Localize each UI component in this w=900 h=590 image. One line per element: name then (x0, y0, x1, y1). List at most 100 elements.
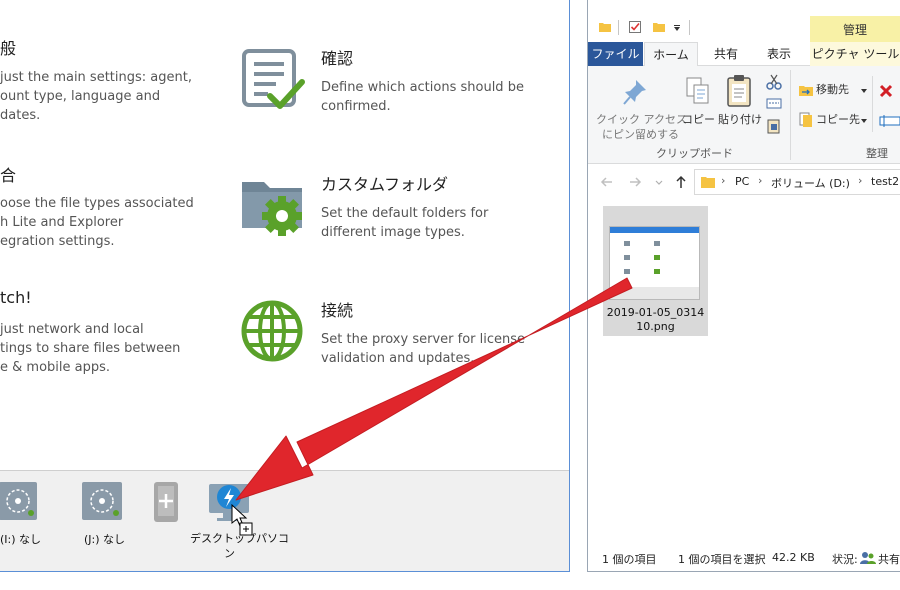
explorer-window: 管理 ファイル ホーム 共有 表示 ピクチャ ツール クイック アクセス にピン… (587, 0, 900, 572)
category-desc-line: different image types. (321, 225, 465, 240)
copy-to-icon (799, 112, 812, 127)
drive-label: (J:) なし (84, 533, 126, 546)
desktop-pc[interactable]: デスクトップパソコ ン (190, 471, 289, 571)
category-desc-line: dates. (0, 108, 41, 123)
ribbon-home: クイック アクセス にピン留めする コピー 貼り付け クリップボード 移動先 コ… (588, 66, 900, 164)
file-list: 2019-01-05_0314 10.png (588, 198, 900, 543)
thumbnail-icon (654, 269, 660, 274)
clipboard-icon (727, 75, 751, 107)
drive-j[interactable]: (J:) なし (78, 471, 128, 571)
breadcrumb-folder[interactable]: test2 (871, 175, 899, 188)
pin-to-quick-access-button[interactable]: クイック アクセス にピン留めする (592, 70, 687, 142)
breadcrumb-pc[interactable]: PC (735, 175, 749, 188)
category-title: tch! (0, 288, 32, 307)
copy-to-button[interactable]: コピー先 (798, 110, 868, 130)
category-title: 接続 (321, 301, 354, 320)
file-item[interactable]: 2019-01-05_0314 10.png (603, 206, 708, 336)
category-custom-folder[interactable]: カスタムフォルダ Set the default folders for dif… (236, 166, 536, 246)
shared-users-icon (860, 552, 876, 564)
category-desc-line: Set the default folders for (321, 206, 489, 221)
properties-icon[interactable] (628, 20, 642, 34)
pin-label-line1: クイック アクセス (596, 113, 687, 126)
paste-label: 貼り付け (718, 113, 762, 126)
copy-label: コピー (682, 113, 715, 126)
drive-i[interactable]: (I:) なし (0, 471, 60, 571)
delete-icon[interactable] (879, 84, 893, 98)
title-bar: 管理 (588, 0, 900, 42)
status-state-label: 状況: (832, 553, 858, 566)
category-watch[interactable]: tch! just network and local tings to sha… (0, 286, 220, 386)
category-desc-line: just the main settings: agent, (0, 70, 192, 85)
breadcrumb-separator: › (858, 174, 863, 187)
checklist-icon (242, 49, 305, 109)
up-arrow-icon[interactable] (674, 175, 688, 189)
tab-share[interactable]: 共有 (702, 42, 750, 66)
device-dock: (I:) なし (J:) なし デスクトップパソコ ン (0, 470, 569, 571)
back-arrow-icon[interactable] (600, 175, 614, 189)
separator (618, 20, 619, 35)
thumbnail-icon (624, 241, 630, 246)
pin-icon (623, 80, 646, 105)
category-title: 合 (0, 166, 17, 185)
copy-icon (686, 77, 709, 104)
forward-arrow-icon[interactable] (628, 175, 642, 189)
copy-path-icon[interactable] (766, 98, 782, 110)
tab-picture-tools[interactable]: ピクチャ ツール (810, 42, 900, 66)
folder-gear-icon (242, 182, 302, 236)
category-title: 般 (0, 39, 17, 58)
rename-icon[interactable] (879, 114, 900, 128)
drive-icon (0, 482, 37, 520)
thumbnail-icon (624, 255, 630, 260)
context-tab-label: 管理 (843, 23, 868, 37)
thumbnail-header (610, 227, 699, 233)
add-device-button[interactable] (150, 471, 180, 571)
tab-file[interactable]: ファイル (588, 42, 643, 66)
tab-home[interactable]: ホーム (644, 42, 698, 67)
category-desc-line: oose the file types associated (0, 196, 194, 211)
desktop-label-line1: デスクトップパソコ (190, 532, 289, 545)
paste-button[interactable]: 貼り付け (718, 70, 762, 130)
chevron-down-icon (861, 89, 867, 93)
thumbnail-bar (610, 287, 699, 299)
category-desc-line: ount type, language and (0, 89, 161, 104)
paste-shortcut-icon[interactable] (766, 118, 782, 134)
category-confirm[interactable]: 確認 Define which actions should be confir… (236, 40, 536, 120)
category-connection[interactable]: 接続 Set the proxy server for license vali… (236, 292, 536, 372)
add-device-icon (154, 482, 178, 522)
folder-icon[interactable] (598, 20, 612, 34)
breadcrumb-volume[interactable]: ボリューム (D:) (771, 175, 850, 191)
breadcrumb-separator: › (758, 174, 763, 187)
group-clipboard-label: クリップボード (656, 147, 733, 160)
ribbon-separator (790, 70, 791, 160)
settings-window: 般 just the main settings: agent, ount ty… (0, 0, 570, 572)
tab-view[interactable]: 表示 (756, 42, 802, 66)
thumbnail-icon (654, 241, 660, 246)
move-to-label: 移動先 (816, 83, 849, 96)
drive-icon (82, 482, 122, 520)
folder-icon (701, 177, 715, 188)
category-association[interactable]: 合 oose the file types associated h Lite … (0, 160, 220, 260)
navigation-bar: › PC › ボリューム (D:) › test2 (588, 166, 900, 198)
copy-button[interactable]: コピー (680, 70, 716, 130)
new-folder-icon[interactable] (652, 20, 666, 34)
breadcrumb-separator: › (721, 174, 726, 187)
cut-icon[interactable] (766, 74, 782, 90)
move-to-button[interactable]: 移動先 (798, 80, 868, 100)
pin-label-line2: にピン留めする (602, 128, 679, 141)
category-desc-line: validation and updates. (321, 351, 475, 366)
category-general[interactable]: 般 just the main settings: agent, ount ty… (0, 0, 220, 140)
chevron-down-icon[interactable] (672, 24, 682, 34)
status-bar: 1 個の項目 1 個の項目を選択 42.2 KB 状況: 共有 (588, 547, 900, 571)
category-title: 確認 (321, 49, 354, 68)
chevron-down-icon[interactable] (654, 178, 664, 188)
category-desc-line: confirmed. (321, 99, 391, 114)
group-organize-label: 整理 (866, 147, 888, 160)
file-name-line1: 2019-01-05_0314 (606, 306, 705, 319)
address-bar[interactable]: › PC › ボリューム (D:) › test2 (694, 169, 900, 195)
status-state-value: 共有 (878, 553, 900, 566)
file-thumbnail (609, 226, 700, 300)
chevron-down-icon (861, 119, 867, 123)
context-tab-manage[interactable]: 管理 (810, 16, 900, 42)
ribbon-separator (872, 76, 873, 132)
drive-label: (I:) なし (0, 533, 42, 546)
